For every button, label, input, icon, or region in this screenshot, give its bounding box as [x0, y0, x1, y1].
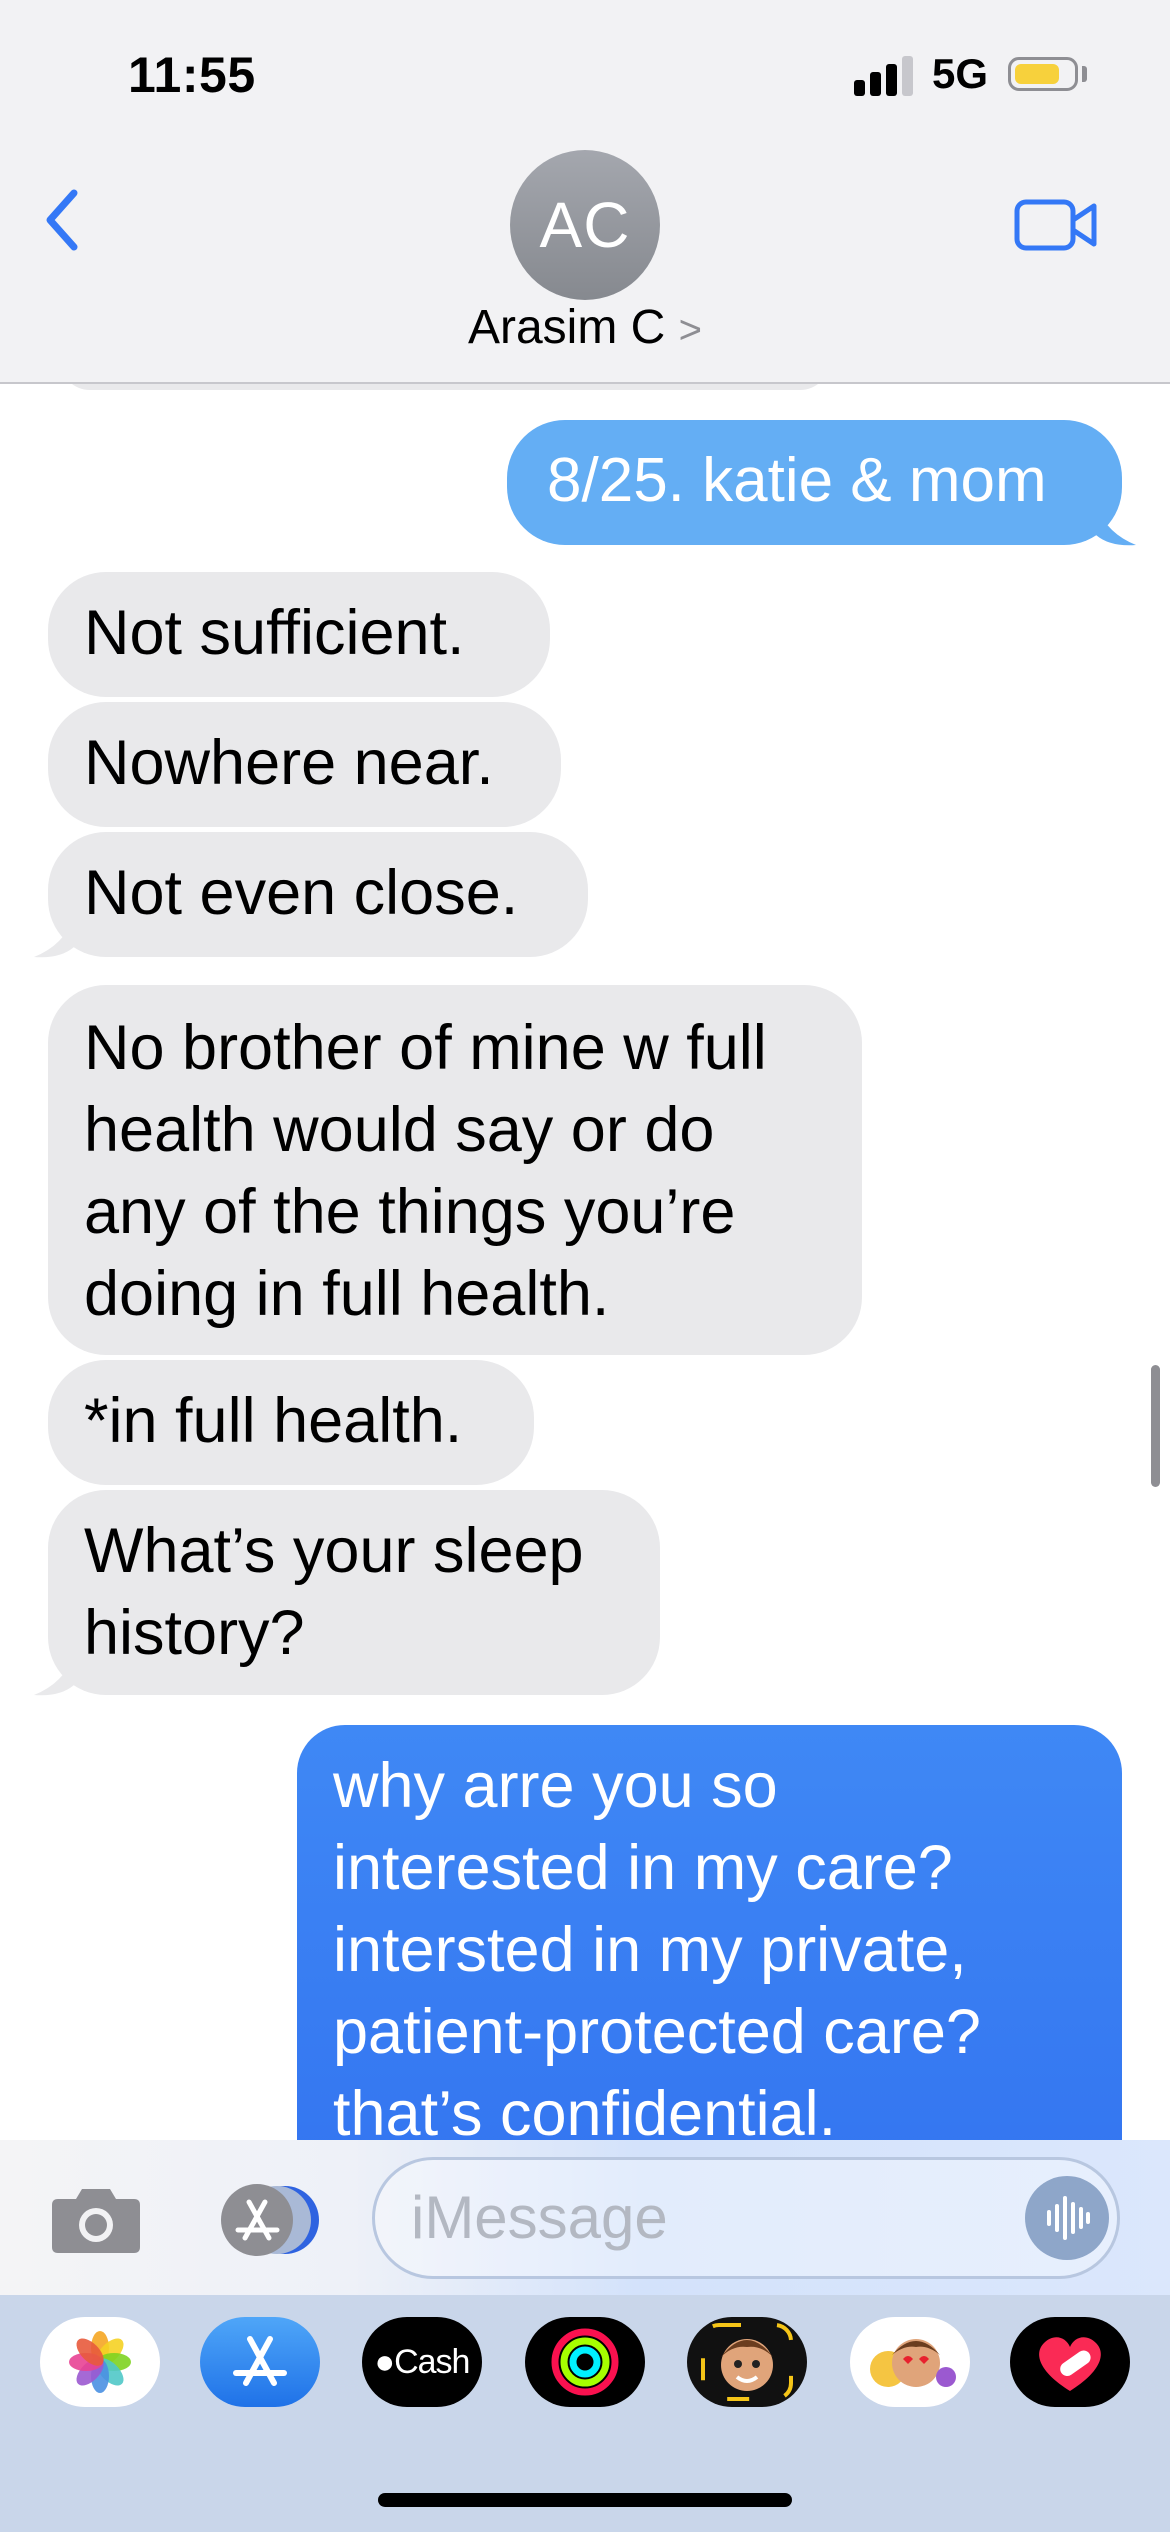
message-bubble-incoming[interactable]: Not even close.	[48, 832, 588, 957]
contact-avatar[interactable]: AC	[510, 150, 660, 300]
message-composer: iMessage	[0, 2140, 1170, 2295]
bubble-tail	[34, 917, 74, 958]
signal-icon	[854, 56, 914, 96]
app-store-icon	[233, 2336, 287, 2386]
cash-app-button[interactable]: ●Cash	[362, 2317, 482, 2407]
battery-tip	[1082, 66, 1087, 82]
message-bubble-outgoing[interactable]: why arre you so interested in my care? i…	[297, 1725, 1122, 2205]
photos-app-button[interactable]	[40, 2317, 160, 2407]
memoji-app-button[interactable]	[687, 2317, 807, 2407]
memoji-stickers-app-button[interactable]	[850, 2317, 970, 2407]
message-bubble-incoming[interactable]: What’s your sleep history?	[48, 1490, 660, 1695]
app-store-app-button[interactable]	[200, 2317, 320, 2407]
battery-icon	[1008, 57, 1078, 91]
back-button[interactable]	[30, 175, 110, 265]
memoji-icon	[701, 2323, 793, 2401]
camera-icon	[52, 2189, 140, 2253]
conversation-header: 11:55 5G AC Arasim C >	[0, 0, 1170, 384]
scroll-indicator[interactable]	[1151, 1365, 1160, 1487]
cash-label: Cash	[394, 2343, 470, 2381]
video-camera-icon	[1014, 199, 1097, 251]
activity-app-button[interactable]	[525, 2317, 645, 2407]
activity-rings-icon	[551, 2328, 619, 2396]
message-input[interactable]: iMessage	[372, 2157, 1120, 2279]
app-store-icon	[221, 2184, 319, 2256]
message-bubble-incoming[interactable]: No brother of mine w full health would s…	[48, 985, 862, 1355]
camera-button[interactable]	[50, 2183, 142, 2255]
bubble-tail	[34, 1655, 74, 1696]
apps-button[interactable]	[205, 2182, 320, 2258]
message-bubble-outgoing[interactable]: 8/25. katie & mom	[507, 420, 1122, 545]
message-bubble-incoming[interactable]: Nowhere near.	[48, 702, 561, 827]
contact-name-button[interactable]: Arasim C >	[385, 300, 785, 355]
chevron-right-icon: >	[678, 308, 703, 352]
bubble-tail	[1096, 505, 1136, 546]
home-indicator	[378, 2493, 792, 2507]
message-bubble-incoming[interactable]: Not sufficient.	[48, 572, 550, 697]
heart-icon	[1039, 2337, 1101, 2391]
network-type: 5G	[932, 50, 989, 97]
contact-name: Arasim C	[467, 301, 666, 354]
message-bubble-incoming[interactable]: *in full health.	[48, 1360, 534, 1485]
facetime-video-button[interactable]	[1012, 190, 1102, 260]
digital-touch-app-button[interactable]	[1010, 2317, 1130, 2407]
status-time: 11:55	[128, 47, 256, 103]
audio-message-button[interactable]	[1025, 2176, 1109, 2260]
cash-app-icon: ●	[374, 2343, 396, 2381]
memoji-stickers-icon	[870, 2339, 956, 2387]
audio-waveform-icon	[1047, 2196, 1090, 2240]
photos-icon	[69, 2331, 131, 2393]
chevron-left-icon	[46, 189, 78, 251]
